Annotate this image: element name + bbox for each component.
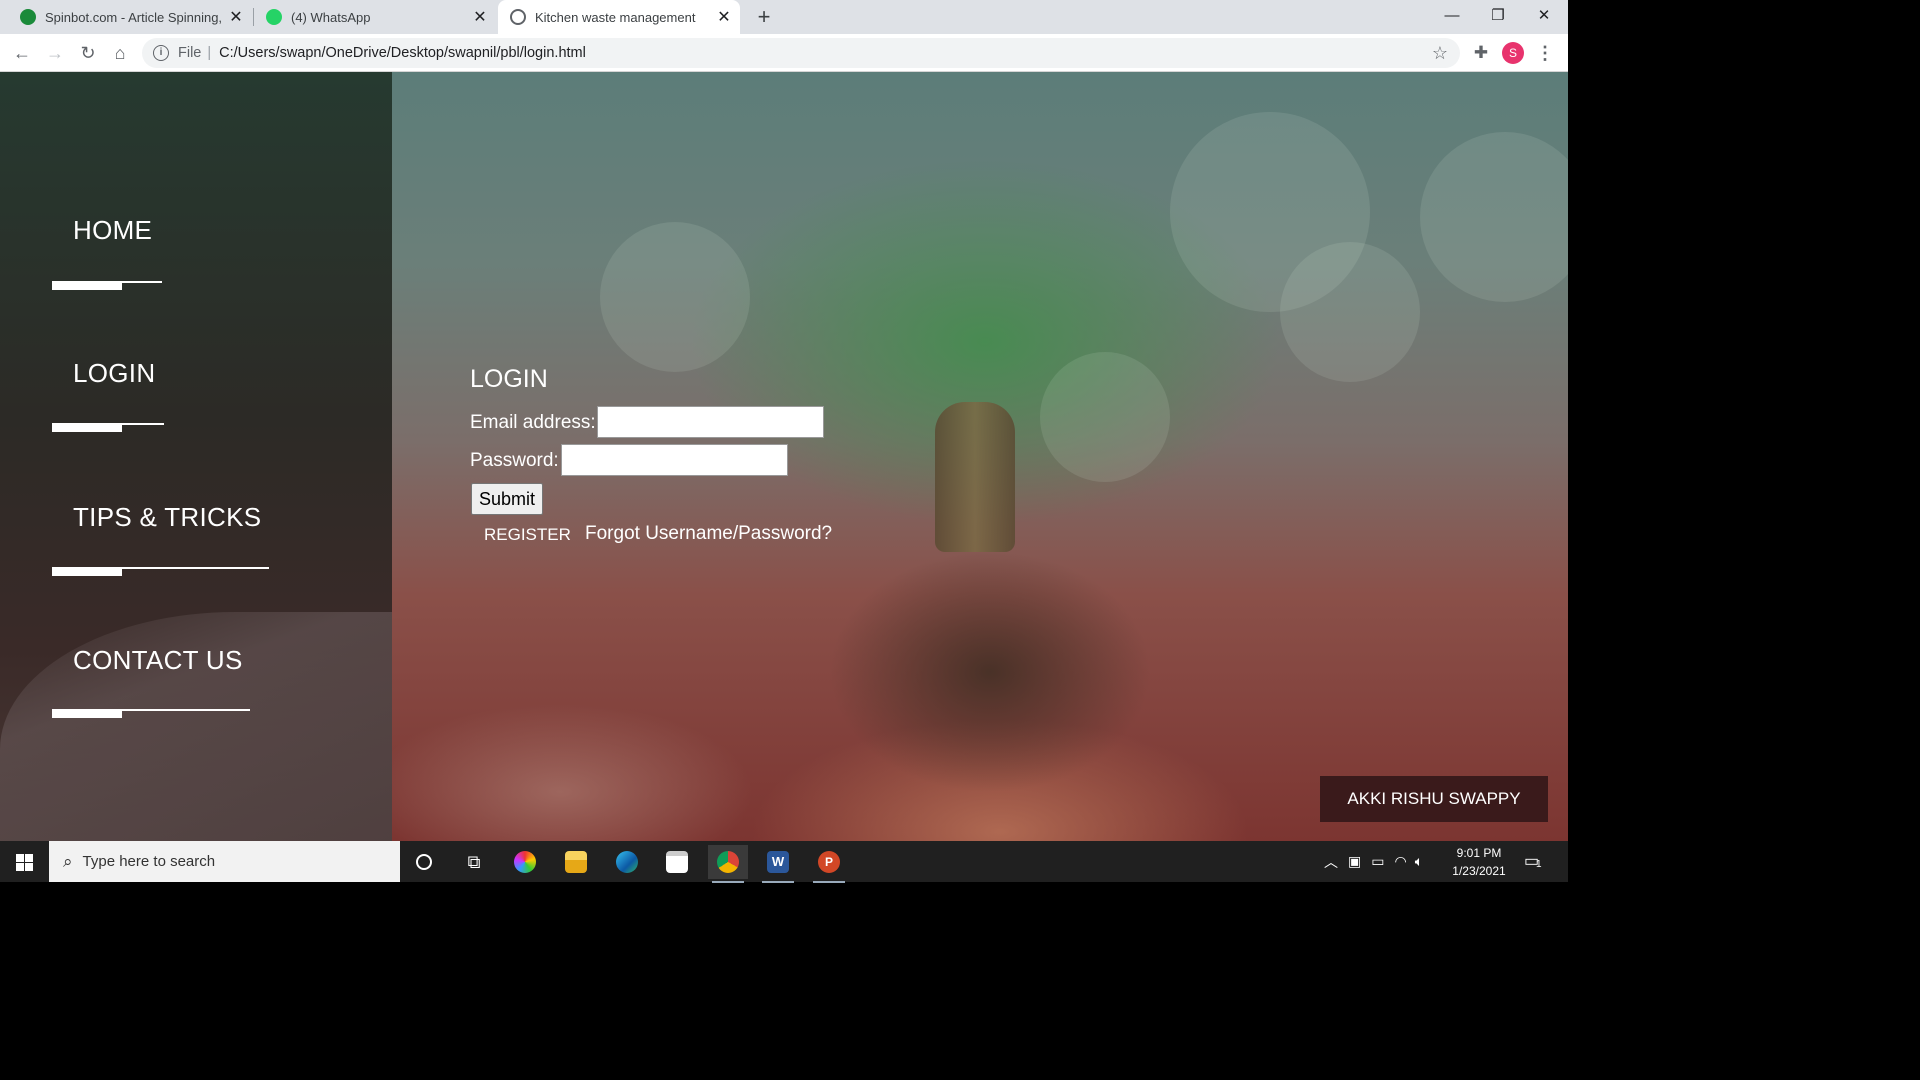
active-indicator bbox=[712, 881, 744, 883]
system-tray: ︿ ▣ ▭ ◠ 🔈︎ bbox=[1324, 841, 1423, 882]
notification-count: 1 bbox=[1536, 859, 1542, 870]
nav-login[interactable]: LOGIN bbox=[73, 358, 155, 389]
login-heading: LOGIN bbox=[470, 365, 548, 393]
forgot-password-link[interactable]: Forgot Username/Password? bbox=[585, 523, 832, 545]
tab-title: Kitchen waste management bbox=[535, 9, 696, 25]
email-label: Email address: bbox=[470, 412, 596, 433]
forward-icon[interactable]: → bbox=[41, 39, 69, 67]
chrome-taskbar-icon[interactable] bbox=[708, 845, 748, 883]
spinbot-icon bbox=[20, 9, 36, 25]
notification-center-icon[interactable]: ▭ 1 bbox=[1524, 851, 1546, 871]
nav-contact-underline-bar bbox=[52, 710, 122, 718]
register-link[interactable]: REGISTER bbox=[484, 525, 571, 545]
email-field[interactable] bbox=[597, 406, 824, 438]
taskbar-search-box[interactable]: ⌕ Type here to search bbox=[49, 841, 400, 882]
tab-kitchen-waste[interactable]: Kitchen waste management ✕ bbox=[498, 0, 740, 34]
battery-icon[interactable]: ▭ bbox=[1371, 853, 1384, 870]
close-tab-icon[interactable]: ✕ bbox=[712, 7, 736, 27]
page-viewport: HOME LOGIN TIPS & TRICKS CONTACT US LOGI… bbox=[0, 72, 1568, 841]
chevron-up-icon[interactable]: ︿ bbox=[1324, 852, 1338, 872]
minimize-icon[interactable]: — bbox=[1428, 0, 1476, 32]
nav-home[interactable]: HOME bbox=[73, 215, 152, 246]
tab-whatsapp[interactable]: (4) WhatsApp ✕ bbox=[254, 0, 496, 34]
info-icon[interactable]: i bbox=[153, 45, 169, 61]
credit-badge: AKKI RISHU SWAPPY bbox=[1320, 776, 1548, 822]
bokeh-light bbox=[1040, 352, 1170, 482]
bokeh-light bbox=[1420, 132, 1568, 302]
submit-button[interactable]: Submit bbox=[471, 483, 543, 515]
globe-icon bbox=[510, 9, 526, 25]
close-window-icon[interactable]: ✕ bbox=[1520, 0, 1568, 32]
clock-time: 9:01 PM bbox=[1456, 846, 1502, 860]
task-view-icon[interactable]: ⧉ bbox=[454, 845, 494, 879]
tab-title: Spinbot.com - Article Spinning, T bbox=[45, 9, 224, 25]
bookmark-star-icon[interactable]: ☆ bbox=[1432, 43, 1448, 64]
taskbar-clock[interactable]: 9:01 PM 1/23/2021 bbox=[1440, 844, 1518, 880]
windows-start-icon[interactable] bbox=[0, 841, 48, 882]
home-icon[interactable]: ⌂ bbox=[106, 39, 134, 67]
windows-taskbar: ⌕ Type here to search ⧉ W P ︿ ▣ ▭ ◠ 🔈︎ 9… bbox=[0, 841, 1568, 883]
search-placeholder: Type here to search bbox=[82, 853, 216, 870]
nav-tips-underline-bar bbox=[52, 568, 122, 576]
clock-date: 1/23/2021 bbox=[1452, 864, 1506, 878]
color-wheel-app-icon[interactable] bbox=[505, 845, 545, 879]
edge-browser-icon[interactable] bbox=[607, 845, 647, 879]
bokeh-light bbox=[600, 222, 750, 372]
wifi-icon[interactable]: ◠ bbox=[1394, 853, 1406, 870]
search-icon: ⌕ bbox=[63, 851, 73, 871]
nav-home-underline-bar bbox=[52, 282, 122, 290]
close-tab-icon[interactable]: ✕ bbox=[468, 7, 492, 27]
extensions-puzzle-icon[interactable]: ✚ bbox=[1467, 39, 1495, 67]
meet-now-icon[interactable]: ▣ bbox=[1348, 853, 1361, 870]
active-indicator bbox=[813, 881, 845, 883]
back-icon[interactable]: ← bbox=[8, 39, 36, 67]
word-icon[interactable]: W bbox=[758, 845, 798, 883]
browser-toolbar: ← → ↻ ⌂ i File | C:/Users/swapn/OneDrive… bbox=[0, 34, 1568, 72]
password-label: Password: bbox=[470, 450, 559, 471]
sidebar: HOME LOGIN TIPS & TRICKS CONTACT US bbox=[0, 72, 392, 841]
whatsapp-icon bbox=[266, 9, 282, 25]
active-indicator bbox=[762, 881, 794, 883]
file-explorer-icon[interactable] bbox=[556, 845, 596, 879]
nav-tips-and-tricks[interactable]: TIPS & TRICKS bbox=[73, 502, 261, 533]
nav-login-underline-bar bbox=[52, 424, 122, 432]
url-divider: | bbox=[207, 45, 212, 61]
menu-kebab-icon[interactable]: ⋮ bbox=[1533, 39, 1557, 67]
nav-contact-us[interactable]: CONTACT US bbox=[73, 645, 243, 676]
new-tab-button[interactable]: + bbox=[752, 3, 776, 31]
url-scheme-label: File bbox=[178, 45, 202, 61]
restore-icon[interactable]: ❐ bbox=[1474, 0, 1522, 32]
microsoft-store-icon[interactable] bbox=[657, 845, 697, 879]
powerpoint-icon[interactable]: P bbox=[809, 845, 849, 883]
tree-trunk-image bbox=[935, 402, 1015, 552]
tab-spinbot[interactable]: Spinbot.com - Article Spinning, T ✕ bbox=[0, 0, 252, 34]
password-field[interactable] bbox=[561, 444, 788, 476]
volume-icon[interactable]: 🔈︎ bbox=[1415, 853, 1423, 870]
reload-icon[interactable]: ↻ bbox=[74, 39, 102, 67]
address-bar[interactable]: i File | C:/Users/swapn/OneDrive/Desktop… bbox=[142, 38, 1460, 68]
bokeh-light bbox=[1280, 242, 1420, 382]
close-tab-icon[interactable]: ✕ bbox=[224, 7, 248, 27]
tab-strip: Spinbot.com - Article Spinning, T ✕ (4) … bbox=[0, 0, 1568, 34]
url-text[interactable]: C:/Users/swapn/OneDrive/Desktop/swapnil/… bbox=[219, 45, 586, 61]
cortana-icon[interactable] bbox=[404, 845, 444, 879]
tab-title: (4) WhatsApp bbox=[291, 9, 371, 25]
profile-avatar[interactable]: S bbox=[1502, 42, 1524, 64]
